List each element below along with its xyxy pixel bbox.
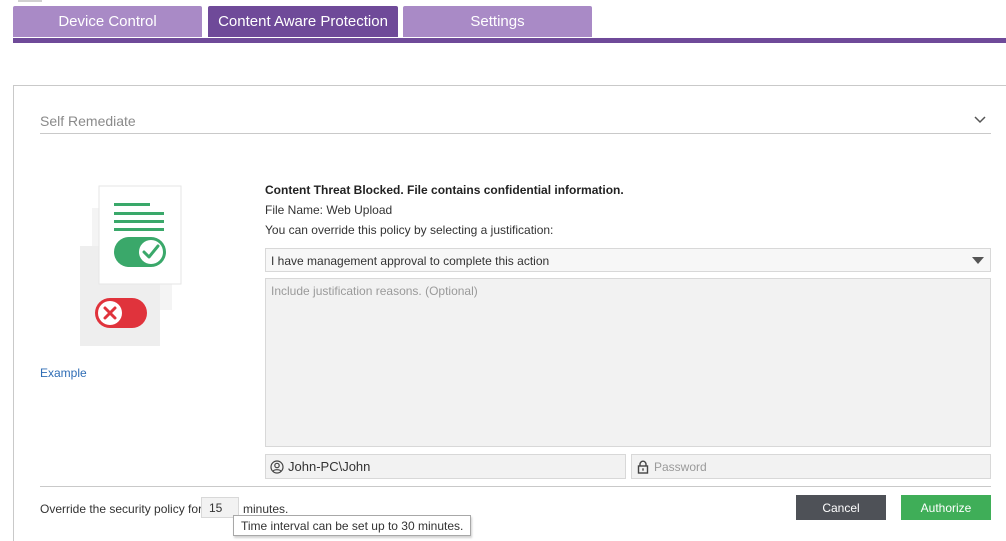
toggle-off-x-icon: [95, 298, 147, 328]
user-circle-icon: [270, 460, 284, 474]
cancel-button[interactable]: Cancel: [796, 495, 886, 520]
tab-underline: [13, 38, 1006, 43]
justification-select[interactable]: I have management approval to complete t…: [265, 248, 991, 272]
lock-icon: [637, 460, 649, 474]
minutes-label: minutes.: [243, 502, 289, 516]
minutes-tooltip: Time interval can be set up to 30 minute…: [233, 515, 472, 536]
chevron-down-icon[interactable]: [973, 112, 987, 126]
example-link[interactable]: Example: [40, 366, 87, 380]
password-field[interactable]: [631, 454, 991, 479]
divider: [40, 486, 991, 487]
override-label: Override the security policy for: [40, 502, 203, 516]
tab-device-control[interactable]: Device Control: [13, 6, 202, 37]
authorize-button[interactable]: Authorize: [901, 495, 991, 520]
tab-bar: Device Control Content Aware Protection …: [13, 6, 1006, 38]
section-title: Self Remediate: [40, 113, 136, 129]
caret-down-icon[interactable]: [972, 257, 984, 264]
file-name-text: File Name: Web Upload: [265, 203, 393, 217]
justification-hint: You can override this policy by selectin…: [265, 223, 554, 237]
message-title: Content Threat Blocked. File contains co…: [265, 183, 624, 197]
justification-selected-value: I have management approval to complete t…: [271, 254, 550, 268]
tab-content-aware-protection[interactable]: Content Aware Protection: [208, 6, 398, 37]
justification-reasons-textarea[interactable]: [265, 278, 991, 447]
username-input[interactable]: [288, 457, 621, 476]
username-field[interactable]: [265, 454, 626, 479]
top-stub: [18, 0, 42, 2]
remediation-illustration: [80, 185, 182, 346]
toggle-on-check-icon: [114, 237, 166, 267]
section-header-self-remediate[interactable]: Self Remediate: [40, 110, 991, 134]
password-input[interactable]: [654, 457, 986, 476]
tab-settings[interactable]: Settings: [403, 6, 592, 37]
